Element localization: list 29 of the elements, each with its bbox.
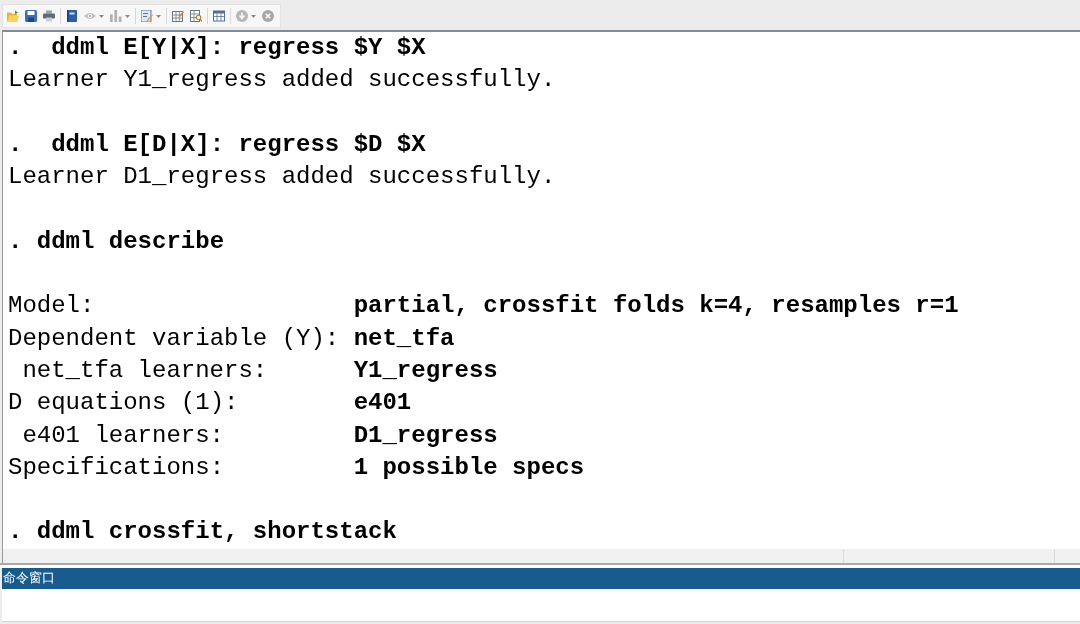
command-line: . ddml describe xyxy=(8,226,225,257)
output-text: Learner Y1_regress added successfully. xyxy=(8,65,556,96)
save-icon[interactable] xyxy=(25,10,37,22)
table-edit-icon[interactable] xyxy=(172,10,184,22)
print-icon[interactable] xyxy=(43,10,55,22)
field-value: net_tfa xyxy=(353,323,455,354)
field-label: D equations (1): xyxy=(8,388,239,419)
folder-icon[interactable] xyxy=(7,10,19,22)
caret-icon[interactable] xyxy=(156,14,161,18)
command-line: . ddml E[Y|X]: regress $Y $X xyxy=(8,33,426,63)
table-search-icon[interactable] xyxy=(190,10,202,22)
command-window-title: 命令窗口 xyxy=(2,569,55,588)
field-label: Dependent variable (Y): xyxy=(8,323,340,354)
command-line: . ddml E[D|X]: regress $D $X xyxy=(8,129,426,160)
table-icon[interactable] xyxy=(213,10,225,22)
field-label: e401 learners: xyxy=(22,420,225,451)
command-line: . ddml crossfit, shortstack xyxy=(8,517,397,548)
document-edit-icon[interactable] xyxy=(141,10,153,22)
field-label: Specifications: xyxy=(8,452,225,483)
field-label: net_tfa learners: xyxy=(22,355,268,386)
book-icon[interactable] xyxy=(66,10,78,22)
field-value: 1 possible specs xyxy=(353,452,585,483)
field-value: D1_regress xyxy=(353,420,498,451)
field-value: e401 xyxy=(353,388,412,419)
output-text: Learner D1_regress added successfully. xyxy=(8,162,556,193)
field-label: Model: xyxy=(8,291,95,322)
command-input[interactable] xyxy=(2,588,1080,622)
field-value: partial, crossfit folds k=4, resamples r=1 xyxy=(353,291,959,322)
field-value: Y1_regress xyxy=(353,355,498,386)
